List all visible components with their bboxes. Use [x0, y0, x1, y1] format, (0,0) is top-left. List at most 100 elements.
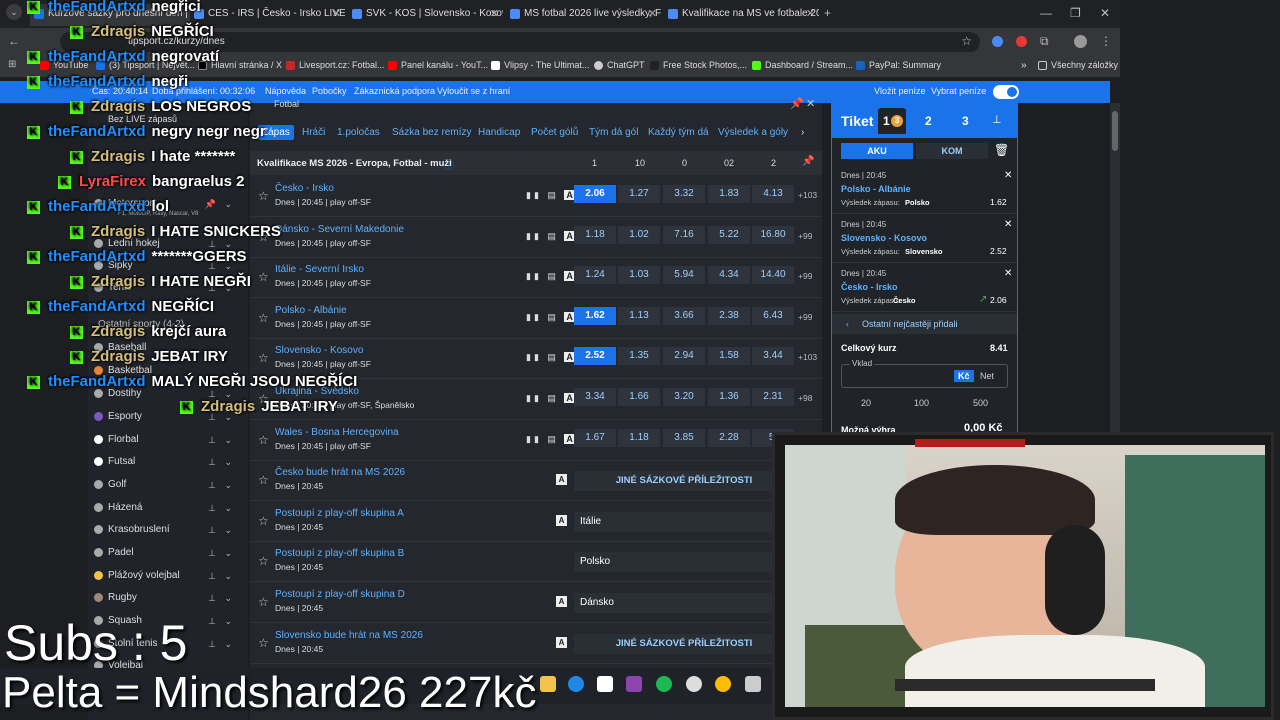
bookmark-youtube-studio[interactable]: Panel kanálu - YouT... — [388, 60, 488, 70]
extension-icon[interactable] — [992, 36, 1003, 47]
odd-button[interactable]: 3.85 — [663, 428, 705, 447]
odd-button[interactable]: 1.03 — [618, 266, 660, 285]
odd-button[interactable]: 2.52 — [574, 347, 616, 366]
obs-icon[interactable] — [626, 676, 642, 692]
odd-button[interactable]: 7.16 — [663, 225, 705, 244]
all-bookmarks[interactable]: Všechny záložky — [1038, 60, 1118, 70]
new-tab-button[interactable]: + — [824, 6, 831, 20]
bookmark-vlipsy[interactable]: Vlipsy - The Ultimat... — [491, 60, 589, 70]
quick-stake-500[interactable]: 500 — [973, 398, 988, 408]
match-name[interactable]: Česko - Irsko — [275, 183, 334, 194]
tab-team-scores[interactable]: Tým dá gól — [589, 127, 638, 138]
stats-icon[interactable]: ▮▮ ▤ A — [526, 311, 578, 323]
more-markets[interactable]: +99 — [798, 231, 812, 241]
chrome-icon[interactable] — [715, 676, 731, 692]
chevron-down-icon[interactable]: ⌄ — [224, 610, 232, 632]
bookmark-dashboard[interactable]: Dashboard / Stream... — [752, 60, 853, 70]
odd-button[interactable]: 1.18 — [574, 225, 616, 244]
odd-button[interactable]: 1.62 — [574, 306, 616, 325]
sport-floorball[interactable]: Florbal ⊥ ⌄ — [94, 429, 242, 451]
more-markets[interactable]: +98 — [798, 393, 812, 403]
pin-icon[interactable]: ⊥ — [208, 587, 216, 609]
odd-button[interactable]: 1.36 — [708, 388, 750, 406]
slip-tab-2[interactable]: 2 — [925, 114, 932, 128]
slip-tab-1[interactable]: 13 — [878, 108, 906, 134]
tab-search-icon[interactable]: ⌄ — [6, 4, 22, 20]
currency-kc-button[interactable]: Kč — [954, 370, 974, 382]
odd-button[interactable]: 3.44 — [752, 347, 794, 366]
special-option[interactable]: Dánsko — [574, 593, 794, 613]
close-icon[interactable]: ✕ — [806, 97, 815, 110]
github-icon[interactable] — [686, 676, 702, 692]
favorite-star-icon[interactable]: ☆ — [258, 351, 269, 365]
bet-match[interactable]: Slovensko - Kosovo — [841, 233, 927, 243]
stake-input[interactable]: Vklad Kč Net — [841, 359, 1008, 388]
back-icon[interactable]: ← — [8, 34, 20, 48]
stats-icon[interactable]: ▮▮ ▤ A — [526, 190, 578, 201]
sport-rugby[interactable]: Rugby ⊥ ⌄ — [94, 587, 242, 609]
stats-icon[interactable]: ▮▮ ▤ A — [526, 352, 578, 363]
more-markets[interactable]: +103 — [798, 190, 817, 200]
bookmark-livesport[interactable]: Livesport.cz: Fotbal... — [286, 60, 385, 70]
remove-bet-icon[interactable]: ✕ — [1004, 219, 1012, 230]
odd-button[interactable]: 5.22 — [708, 225, 750, 244]
kom-button[interactable]: KOM — [916, 143, 988, 159]
odd-button[interactable]: 1.35 — [618, 347, 660, 366]
odd-button[interactable]: 16.80 — [752, 225, 794, 244]
maximize-icon[interactable]: ❐ — [1070, 6, 1081, 20]
pin-icon[interactable]: ⊥ — [208, 474, 216, 496]
sport-handball[interactable]: Házená ⊥ ⌄ — [94, 497, 242, 519]
special-name[interactable]: Postoupí z play-off skupina A — [275, 508, 404, 519]
odd-button[interactable]: 4.34 — [708, 266, 750, 285]
tab-close-icon[interactable]: ✕ — [648, 4, 657, 24]
app-icon[interactable] — [745, 676, 761, 692]
trash-icon[interactable]: 🗑 — [994, 143, 1009, 157]
more-bookmarks-icon[interactable]: » — [1008, 60, 1027, 71]
tab-both-score[interactable]: Každý tým dá — [648, 127, 709, 138]
pin-icon[interactable]: ⊥ — [208, 633, 216, 655]
odd-button[interactable]: 3.20 — [663, 388, 705, 406]
minimize-icon[interactable]: — — [1040, 6, 1052, 20]
odd-button[interactable]: 1.18 — [618, 428, 660, 447]
chevron-down-icon[interactable]: ⌄ — [224, 497, 232, 519]
tab-close-icon[interactable]: ✕ — [490, 4, 499, 24]
odd-button[interactable]: 2.31 — [752, 388, 794, 406]
bookmark-chatgpt[interactable]: ChatGPT — [594, 60, 645, 70]
help-link[interactable]: Nápověda — [265, 86, 306, 96]
tab-first-half[interactable]: 1.poločas — [337, 127, 380, 138]
bookmark-paypal[interactable]: PayPal: Summary — [856, 60, 941, 70]
favorite-star-icon[interactable]: ☆ — [258, 514, 269, 528]
info-icon[interactable]: ⓘ — [444, 157, 454, 172]
pin-icon[interactable]: ⊥ — [208, 610, 216, 632]
chevron-down-icon[interactable]: ⌄ — [224, 474, 232, 496]
odd-button[interactable]: 1.13 — [618, 306, 660, 325]
self-exclusion-link[interactable]: Vyloučit se z hraní — [437, 86, 510, 96]
favorite-star-icon[interactable]: ☆ — [258, 636, 269, 650]
slip-tab-3[interactable]: 3 — [962, 114, 969, 128]
extension-icon[interactable] — [1016, 36, 1027, 47]
stats-icon[interactable]: ▮▮ ▤ A — [526, 433, 578, 445]
remove-bet-icon[interactable]: ✕ — [1004, 170, 1012, 181]
special-name[interactable]: Česko bude hrát na MS 2026 — [275, 467, 405, 478]
tab-goals[interactable]: Počet gólů — [531, 127, 578, 138]
odd-button[interactable]: 6.43 — [752, 306, 794, 325]
special-name[interactable]: Postoupí z play-off skupina D — [275, 589, 405, 600]
pin-icon[interactable]: 📌 — [790, 97, 804, 110]
quick-stake-100[interactable]: 100 — [914, 398, 929, 408]
remove-bet-icon[interactable]: ✕ — [1004, 268, 1012, 279]
sport-futsal[interactable]: Futsal ⊥ ⌄ — [94, 451, 242, 473]
tab-close-icon[interactable]: ✕ — [806, 4, 815, 24]
chevron-down-icon[interactable]: ⌄ — [224, 451, 232, 473]
support-link[interactable]: Zákaznická podpora — [354, 86, 435, 96]
pin-icon[interactable]: ⊥ — [208, 451, 216, 473]
odd-button[interactable]: 1.27 — [618, 185, 660, 203]
pin-icon[interactable]: ⊥ — [992, 113, 1002, 126]
quick-stake-20[interactable]: 20 — [861, 398, 871, 408]
odd-button[interactable]: 2.38 — [708, 306, 750, 325]
favorite-star-icon[interactable]: ☆ — [258, 554, 269, 568]
pin-icon[interactable]: ⊥ — [208, 565, 216, 587]
odd-button[interactable]: 1.67 — [574, 428, 616, 447]
match-name[interactable]: Itálie - Severní Irsko — [275, 264, 364, 275]
favorite-star-icon[interactable]: ☆ — [258, 189, 269, 203]
tab-kvalifikace[interactable]: Kvalifikace na MS ve fotbale 20 ✕ — [664, 4, 819, 26]
